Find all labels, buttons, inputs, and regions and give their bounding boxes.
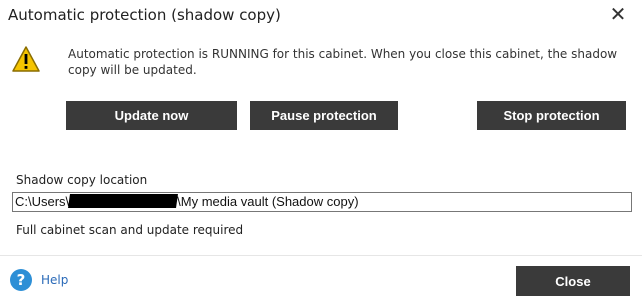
- stop-protection-button[interactable]: Stop protection: [477, 101, 626, 130]
- path-suffix: \My media vault (Shadow copy): [177, 194, 359, 209]
- scan-status-text: Full cabinet scan and update required: [16, 223, 244, 237]
- path-prefix: C:\Users\: [15, 194, 70, 209]
- update-now-button[interactable]: Update now: [66, 101, 237, 130]
- close-icon[interactable]: ✕: [608, 4, 628, 24]
- status-message: Automatic protection is RUNNING for this…: [68, 47, 618, 77]
- shadow-copy-location-label: Shadow copy location: [16, 173, 148, 187]
- redaction-mark: [68, 194, 179, 208]
- help-link[interactable]: ? Help: [10, 269, 68, 291]
- shadow-copy-path-field[interactable]: C:\Users\ \My media vault (Shadow copy): [12, 192, 632, 212]
- warning-icon: [12, 46, 40, 72]
- close-button[interactable]: Close: [516, 266, 630, 296]
- footer-divider: [0, 255, 642, 256]
- help-label[interactable]: Help: [41, 273, 68, 287]
- pause-protection-button[interactable]: Pause protection: [250, 101, 398, 130]
- help-icon[interactable]: ?: [10, 269, 32, 291]
- dialog-title: Automatic protection (shadow copy): [8, 6, 281, 24]
